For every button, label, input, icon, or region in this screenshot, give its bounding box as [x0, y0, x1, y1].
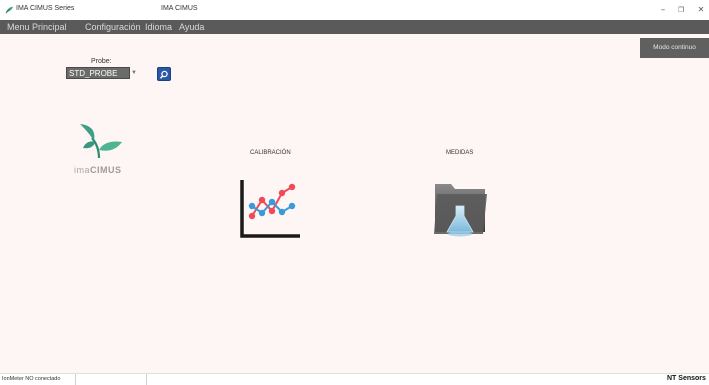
status-bar: IonMeter NO conectado NT Sensors: [0, 373, 709, 385]
lab-folder-icon[interactable]: [431, 178, 491, 238]
app-leaf-icon: [5, 6, 14, 14]
menu-item-ayuda[interactable]: Ayuda: [179, 21, 204, 33]
maximize-button[interactable]: ❐: [674, 4, 688, 16]
imacimus-logo: [80, 124, 122, 158]
probe-select[interactable]: STD_PROBE: [66, 67, 130, 79]
title-bar: IMA CIMUS Series IMA CIMUS – ❐ ✕: [0, 0, 709, 20]
search-icon: [159, 70, 168, 79]
brand-label: NT Sensors: [667, 375, 706, 382]
calibration-chart-icon[interactable]: [238, 178, 302, 240]
connection-status: IonMeter NO conectado: [0, 374, 76, 385]
main-panel: [0, 34, 709, 373]
modo-continuo-button[interactable]: Modo continuo: [640, 38, 709, 58]
minimize-button[interactable]: –: [656, 4, 670, 16]
chevron-down-icon[interactable]: ▼: [131, 69, 137, 77]
menu-item-configuracion[interactable]: Configuración: [85, 21, 141, 33]
status-cell-empty: [77, 374, 147, 385]
probe-label: Probe:: [91, 58, 112, 65]
logo-text: imaCIMUS: [74, 165, 122, 175]
menu-item-principal[interactable]: Menu Principal: [7, 21, 67, 33]
probe-search-button[interactable]: [157, 67, 171, 81]
medidas-label: MEDIDAS: [446, 150, 474, 156]
close-button[interactable]: ✕: [694, 4, 708, 16]
menu-item-idioma[interactable]: Idioma: [145, 21, 172, 33]
calibration-label: CALIBRACIÓN: [250, 150, 291, 156]
menu-bar: Menu Principal Configuración Idioma Ayud…: [0, 20, 709, 34]
app-title: IMA CIMUS Series: [16, 5, 75, 12]
window-title: IMA CIMUS: [161, 5, 198, 12]
